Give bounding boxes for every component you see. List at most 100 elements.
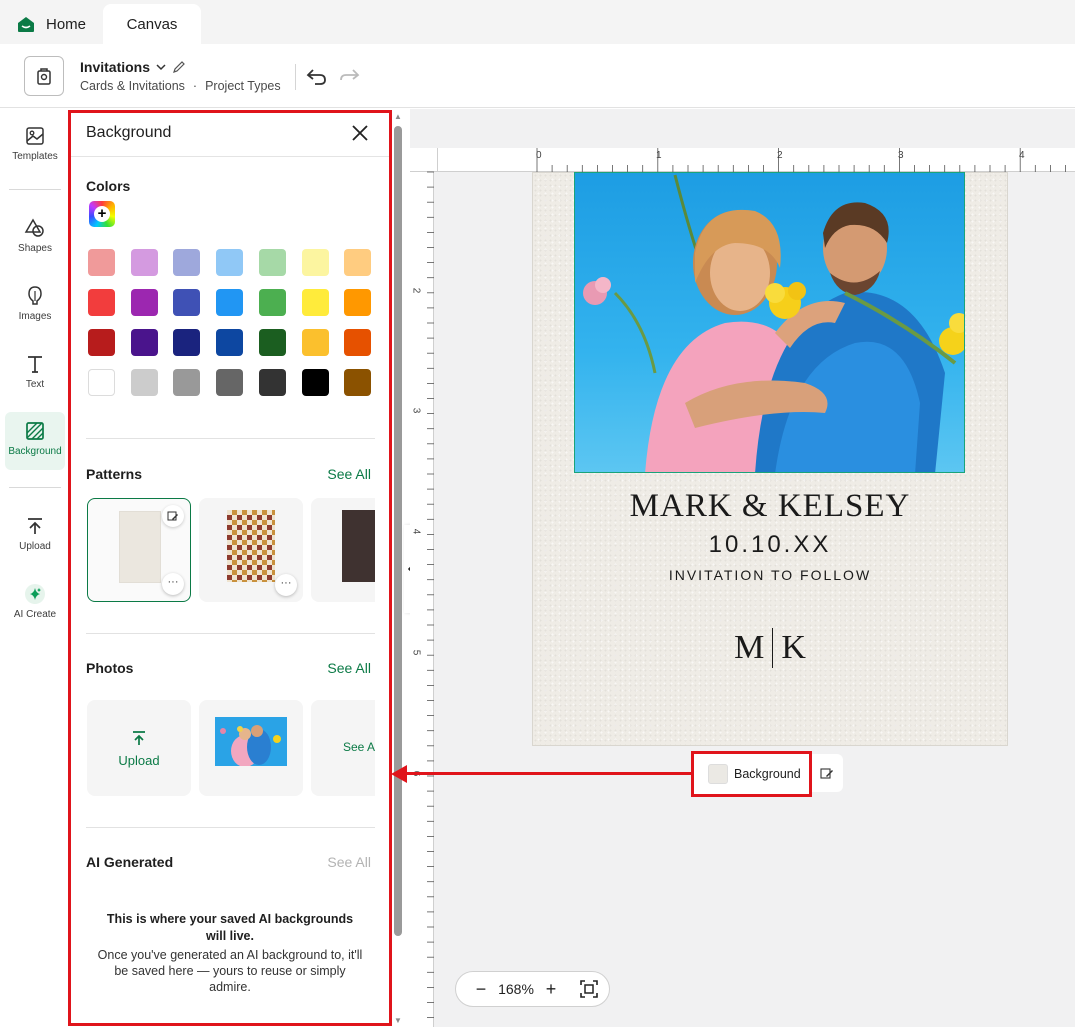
color-swatch[interactable] bbox=[88, 369, 115, 396]
color-swatch[interactable] bbox=[130, 329, 158, 356]
zoom-control: − 168% + bbox=[455, 971, 610, 1007]
pattern-more-button[interactable]: ··· bbox=[162, 573, 184, 595]
breadcrumb-separator: · bbox=[192, 79, 198, 93]
scroll-down-arrow[interactable]: ▼ bbox=[393, 1016, 403, 1026]
photos-see-all-tile[interactable]: See A bbox=[311, 700, 375, 796]
section-divider bbox=[86, 438, 375, 439]
color-swatch[interactable] bbox=[88, 249, 115, 276]
project-menu-button[interactable] bbox=[24, 56, 64, 96]
monogram-right: K bbox=[781, 629, 806, 666]
project-title[interactable]: Invitations bbox=[80, 59, 186, 75]
patterns-title: Patterns bbox=[86, 466, 143, 482]
color-swatch[interactable] bbox=[344, 369, 372, 396]
invitation-date[interactable]: 10.10.XX bbox=[532, 531, 1008, 559]
panel-scrollbar-thumb[interactable] bbox=[394, 126, 402, 936]
tab-canvas[interactable]: Canvas bbox=[103, 4, 201, 44]
pattern-tile-paper[interactable]: ··· bbox=[87, 498, 191, 602]
color-swatch[interactable] bbox=[216, 249, 244, 276]
ruler-top-label: 1 bbox=[656, 150, 662, 161]
color-swatch[interactable] bbox=[344, 329, 372, 356]
plus-icon: + bbox=[94, 206, 110, 222]
color-swatch[interactable] bbox=[258, 369, 286, 396]
color-swatch[interactable] bbox=[173, 249, 201, 276]
color-swatch[interactable] bbox=[216, 289, 244, 316]
color-swatch[interactable] bbox=[344, 289, 372, 316]
rail-text[interactable]: Text bbox=[5, 345, 65, 403]
invitation-names[interactable]: MARK & KELSEY bbox=[532, 488, 1008, 525]
invitation-follow-text[interactable]: INVITATION TO FOLLOW bbox=[532, 567, 1008, 583]
invitation-monogram[interactable]: M K bbox=[532, 628, 1008, 668]
ruler-top-label: 4 bbox=[1019, 150, 1025, 161]
rail-divider bbox=[9, 189, 61, 190]
zoom-in-button[interactable]: + bbox=[538, 979, 564, 1000]
color-swatch[interactable] bbox=[258, 329, 286, 356]
rail-shapes[interactable]: Shapes bbox=[5, 209, 65, 267]
project-bag-icon bbox=[37, 68, 51, 85]
upload-icon bbox=[28, 518, 42, 534]
color-swatch[interactable] bbox=[301, 369, 329, 396]
scroll-up-arrow[interactable]: ▲ bbox=[393, 112, 403, 122]
tab-canvas-label: Canvas bbox=[126, 15, 178, 33]
zoom-level[interactable]: 168% bbox=[494, 981, 538, 997]
pattern-tile-harlequin[interactable]: ··· bbox=[199, 498, 303, 602]
rail-images-label: Images bbox=[18, 311, 52, 322]
add-custom-color-button[interactable]: + bbox=[89, 201, 115, 227]
redo-icon[interactable] bbox=[337, 64, 361, 88]
pencil-icon[interactable] bbox=[172, 60, 186, 74]
ruler-corner bbox=[410, 148, 438, 172]
color-swatch[interactable] bbox=[216, 329, 244, 356]
text-icon bbox=[28, 356, 42, 373]
invitation-photo[interactable] bbox=[574, 172, 965, 473]
rail-ai-create[interactable]: AI Create bbox=[5, 575, 65, 633]
rail-upload[interactable]: Upload bbox=[5, 507, 65, 565]
close-icon[interactable] bbox=[349, 122, 371, 144]
pattern-preview-harlequin bbox=[227, 510, 275, 582]
rail-templates[interactable]: Templates bbox=[5, 117, 65, 175]
color-swatch[interactable] bbox=[173, 289, 201, 316]
rail-images[interactable]: Images bbox=[5, 277, 65, 335]
color-swatch[interactable] bbox=[301, 249, 329, 276]
background-layer-chip[interactable]: Background bbox=[694, 754, 809, 794]
color-swatch[interactable] bbox=[88, 289, 115, 316]
pattern-tile-dark[interactable] bbox=[311, 498, 375, 602]
color-swatch[interactable] bbox=[258, 289, 286, 316]
vertical-ruler bbox=[410, 148, 434, 1027]
photo-tile-couple[interactable] bbox=[199, 700, 303, 796]
pattern-edit-button[interactable] bbox=[162, 505, 184, 527]
annotation-arrow-head bbox=[391, 765, 407, 783]
panel-header: Background bbox=[70, 112, 390, 157]
pattern-more-button[interactable]: ··· bbox=[275, 574, 297, 596]
section-divider bbox=[86, 827, 375, 828]
background-edit-button[interactable] bbox=[811, 754, 843, 792]
pattern-preview-dark bbox=[342, 510, 375, 582]
color-swatch[interactable] bbox=[88, 329, 115, 356]
photos-see-all-link[interactable]: See All bbox=[327, 660, 371, 676]
color-swatch[interactable] bbox=[344, 249, 372, 276]
ai-see-all-link: See All bbox=[327, 854, 371, 870]
photos-see-all-tile-label: See A bbox=[343, 740, 376, 754]
color-swatch[interactable] bbox=[301, 329, 329, 356]
color-swatch[interactable] bbox=[173, 329, 201, 356]
color-swatch[interactable] bbox=[301, 289, 329, 316]
patterns-see-all-link[interactable]: See All bbox=[327, 466, 371, 482]
colors-title: Colors bbox=[86, 178, 131, 194]
fit-to-screen-icon[interactable] bbox=[578, 978, 600, 1000]
rail-shapes-label: Shapes bbox=[18, 243, 52, 254]
color-swatch[interactable] bbox=[130, 369, 158, 396]
color-swatch[interactable] bbox=[130, 249, 158, 276]
tab-home[interactable]: Home bbox=[16, 4, 86, 44]
breadcrumb-project-types[interactable]: Project Types bbox=[205, 79, 281, 93]
undo-icon[interactable] bbox=[305, 64, 329, 88]
rail-text-label: Text bbox=[25, 379, 45, 390]
upload-photo-button[interactable]: Upload bbox=[87, 700, 191, 796]
rail-background[interactable]: Background bbox=[5, 412, 65, 470]
tab-home-label: Home bbox=[46, 15, 87, 33]
color-swatch[interactable] bbox=[216, 369, 244, 396]
color-swatch[interactable] bbox=[173, 369, 201, 396]
zoom-out-button[interactable]: − bbox=[468, 979, 494, 1000]
color-swatch[interactable] bbox=[130, 289, 158, 316]
color-swatch[interactable] bbox=[258, 249, 286, 276]
breadcrumb-category[interactable]: Cards & Invitations bbox=[80, 79, 185, 93]
home-logo-icon bbox=[18, 17, 34, 32]
rail-ai-create-label: AI Create bbox=[13, 609, 57, 620]
